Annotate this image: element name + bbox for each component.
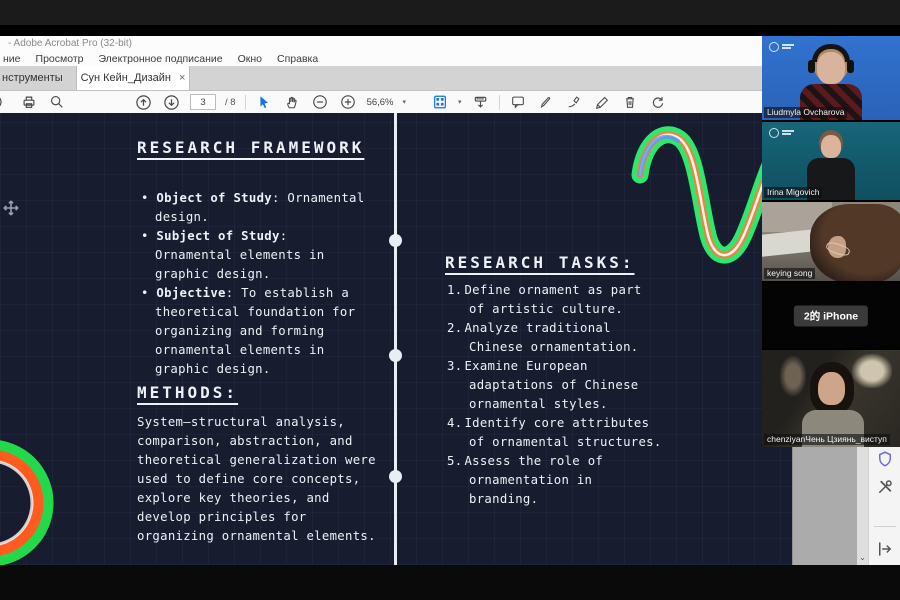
tasks-title: RESEARCH TASKS: (445, 251, 635, 275)
letterbox-top-black (0, 25, 900, 36)
university-logo (769, 42, 795, 52)
toolbar-divider (499, 95, 500, 110)
zoom-dropdown-caret[interactable]: ▾ (403, 98, 407, 106)
menu-item-esign[interactable]: Электронное подписание (98, 53, 222, 65)
university-logo (769, 128, 795, 138)
document-area: RESEARCH FRAMEWORK Object of Study: Orna… (0, 113, 866, 565)
participant-tile-2[interactable]: Irina Migovich (762, 122, 900, 200)
timeline-dot (389, 349, 402, 362)
participant-tile-5[interactable]: chenziyanЧень Цзиянь_виступ (762, 350, 900, 447)
timeline-dot (389, 470, 402, 483)
page-total-label: / 8 (225, 97, 236, 108)
framework-bullet: Objective: To establish a theoretical fo… (141, 284, 367, 379)
acrobat-window: - Adobe Acrobat Pro (32-bit) ние Просмот… (0, 36, 866, 565)
menu-item-help[interactable]: Справка (277, 53, 318, 65)
zoom-in-icon[interactable] (339, 93, 358, 111)
participant-tile-3[interactable]: keying song (762, 202, 900, 281)
window-titlebar: - Adobe Acrobat Pro (32-bit) (0, 36, 866, 51)
task-item: Examine European adaptations of Chinese … (447, 357, 663, 414)
timeline-dot (389, 234, 402, 247)
tab-document[interactable]: Сун Кейн_Дизайн × (76, 66, 190, 90)
stamp-icon[interactable] (593, 93, 612, 111)
delete-icon[interactable] (621, 93, 640, 111)
participant-name: 2的 iPhone (794, 305, 868, 326)
select-tool-icon[interactable] (255, 93, 274, 111)
security-shield-icon[interactable] (876, 450, 894, 468)
task-item: Define ornament as part of artistic cult… (447, 281, 663, 319)
comment-icon[interactable] (509, 93, 528, 111)
methods-title: METHODS: (137, 381, 238, 405)
tab-tools[interactable]: нструменты (0, 66, 73, 90)
toolbar: 3 / 8 56,6% ▾ (0, 91, 866, 114)
participant-tile-1[interactable]: Liudmyla Ovcharova (762, 36, 900, 120)
tab-bar: нструменты Сун Кейн_Дизайн × (0, 66, 866, 91)
task-item: Assess the role of ornamentation in bran… (447, 452, 663, 509)
page-number-input[interactable]: 3 (190, 94, 216, 110)
toolbar-pin-icon[interactable] (471, 93, 490, 111)
letterbox-bottom (0, 565, 900, 600)
ornament-ring-graphic (0, 413, 120, 565)
save-icon[interactable] (0, 93, 10, 111)
tools-icon[interactable] (876, 478, 894, 496)
previous-page-icon[interactable] (134, 93, 153, 111)
sidebar-divider (874, 526, 896, 527)
highlight-pen-icon[interactable] (537, 93, 556, 111)
window-title: - Adobe Acrobat Pro (32-bit) (8, 38, 132, 49)
menu-item-window[interactable]: Окно (238, 53, 262, 65)
print-icon[interactable] (19, 93, 38, 111)
timeline-line (394, 113, 397, 565)
collapse-panel-icon[interactable] (876, 540, 894, 558)
methods-text: System–structural analysis, comparison, … (137, 413, 389, 546)
participant-name: Irina Migovich (764, 187, 822, 198)
hand-tool-icon[interactable] (283, 93, 302, 111)
menu-item-view[interactable]: Просмотр (36, 53, 84, 65)
task-item: Identify core attributes of ornamental s… (447, 414, 663, 452)
shared-screen: - Adobe Acrobat Pro (32-bit) ние Просмот… (0, 0, 900, 600)
framework-bullet-list: Object of Study: Ornamental design. Subj… (141, 189, 367, 379)
toolbar-divider (245, 95, 246, 110)
page-view-icon[interactable] (430, 93, 449, 111)
participant-avatar (810, 204, 900, 281)
framework-title: RESEARCH FRAMEWORK (137, 136, 387, 160)
participant-name: keying song (764, 268, 815, 279)
next-page-icon[interactable] (162, 93, 181, 111)
tasks-list: Define ornament as part of artistic cult… (447, 281, 663, 509)
task-item: Analyze traditional Chinese ornamentatio… (447, 319, 663, 357)
sign-icon[interactable] (565, 93, 584, 111)
search-icon[interactable] (47, 93, 66, 111)
page-view-caret[interactable]: ▾ (458, 98, 462, 106)
scroll-down-icon[interactable]: ⌄ (858, 553, 867, 562)
participant-name: Liudmyla Ovcharova (764, 107, 847, 118)
framework-bullet: Object of Study: Ornamental design. (141, 189, 367, 227)
letterbox-top (0, 0, 900, 25)
zoom-level-value[interactable]: 56,6% (367, 97, 394, 108)
pan-cursor-icon (2, 199, 20, 222)
participant-name: chenziyanЧень Цзиянь_виступ (764, 434, 890, 445)
pdf-slide-page: RESEARCH FRAMEWORK Object of Study: Orna… (0, 113, 792, 565)
participants-panel: Liudmyla Ovcharova Irina Migovich keying… (762, 36, 900, 447)
framework-bullet: Subject of Study: Ornamental elements in… (141, 227, 367, 284)
rotate-icon[interactable] (649, 93, 668, 111)
zoom-out-icon[interactable] (311, 93, 330, 111)
tab-close-icon[interactable]: × (179, 72, 185, 84)
participant-tile-4-camera-off[interactable]: 2的 iPhone (762, 283, 900, 348)
tab-document-label: Сун Кейн_Дизайн (81, 72, 171, 84)
menu-item-edit-cut[interactable]: ние (3, 53, 21, 65)
menu-bar: ние Просмотр Электронное подписание Окно… (0, 51, 869, 66)
